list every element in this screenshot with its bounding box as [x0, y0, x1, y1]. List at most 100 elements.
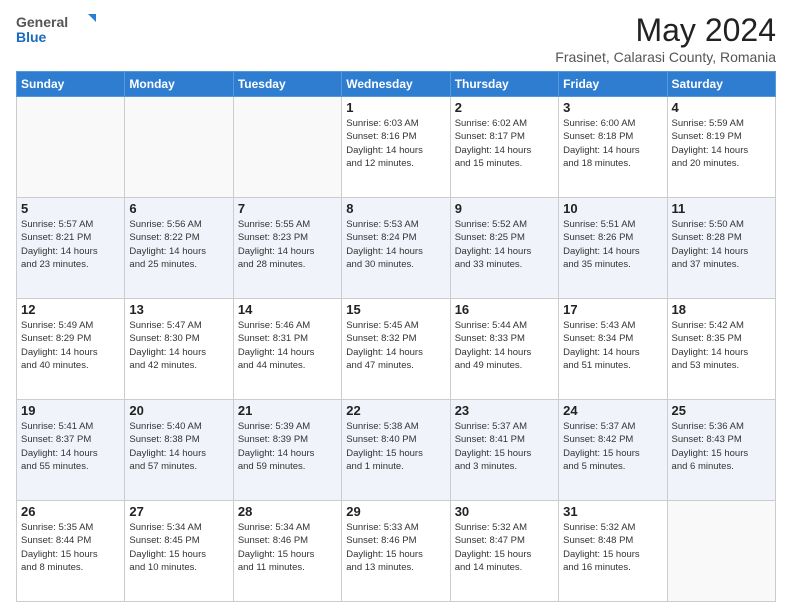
- day-info: Sunrise: 5:34 AM Sunset: 8:46 PM Dayligh…: [238, 521, 337, 574]
- calendar-cell: [125, 97, 233, 198]
- calendar-cell: 5 Sunrise: 5:57 AM Sunset: 8:21 PM Daylig…: [17, 198, 125, 299]
- calendar-cell: 23 Sunrise: 5:37 AM Sunset: 8:41 PM Dayli…: [450, 400, 558, 501]
- day-number: 21: [238, 403, 337, 418]
- calendar-cell: 25Sunrise: 5:36 AM Sunset: 8:43 PM Dayli…: [667, 400, 775, 501]
- day-info: Sunrise: 5:56 AM Sunset: 8:22 PM Dayligh…: [129, 218, 228, 271]
- day-info: Sunrise: 5:35 AM Sunset: 8:44 PM Dayligh…: [21, 521, 120, 574]
- day-info: Sunrise: 5:51 AM Sunset: 8:26 PM Dayligh…: [563, 218, 662, 271]
- calendar-cell: 26 Sunrise: 5:35 AM Sunset: 8:44 PM Dayli…: [17, 501, 125, 602]
- location-subtitle: Frasinet, Calarasi County, Romania: [555, 49, 776, 65]
- calendar-cell: 10 Sunrise: 5:51 AM Sunset: 8:26 PM Dayli…: [559, 198, 667, 299]
- day-info: Sunrise: 5:49 AM Sunset: 8:29 PM Dayligh…: [21, 319, 120, 372]
- calendar-cell: 9 Sunrise: 5:52 AM Sunset: 8:25 PM Daylig…: [450, 198, 558, 299]
- day-info: Sunrise: 6:03 AM Sunset: 8:16 PM Dayligh…: [346, 117, 445, 170]
- calendar-cell: 11 Sunrise: 5:50 AM Sunset: 8:28 PM Dayli…: [667, 198, 775, 299]
- calendar-cell: 19 Sunrise: 5:41 AM Sunset: 8:37 PM Dayli…: [17, 400, 125, 501]
- day-number: 25: [672, 403, 771, 418]
- calendar-week-row: 19 Sunrise: 5:41 AM Sunset: 8:37 PM Dayli…: [17, 400, 776, 501]
- calendar-cell: 20 Sunrise: 5:40 AM Sunset: 8:38 PM Dayli…: [125, 400, 233, 501]
- day-info: Sunrise: 5:37 AM Sunset: 8:41 PM Dayligh…: [455, 420, 554, 473]
- weekday-header: Wednesday: [342, 72, 450, 97]
- day-info: Sunrise: 5:43 AM Sunset: 8:34 PM Dayligh…: [563, 319, 662, 372]
- calendar-week-row: 1 Sunrise: 6:03 AM Sunset: 8:16 PM Daylig…: [17, 97, 776, 198]
- day-number: 13: [129, 302, 228, 317]
- calendar-cell: 27Sunrise: 5:34 AM Sunset: 8:45 PM Dayli…: [125, 501, 233, 602]
- calendar-cell: 6Sunrise: 5:56 AM Sunset: 8:22 PM Daylig…: [125, 198, 233, 299]
- day-info: Sunrise: 5:50 AM Sunset: 8:28 PM Dayligh…: [672, 218, 771, 271]
- day-info: Sunrise: 5:37 AM Sunset: 8:42 PM Dayligh…: [563, 420, 662, 473]
- day-number: 7: [238, 201, 337, 216]
- calendar-cell: 1 Sunrise: 6:03 AM Sunset: 8:16 PM Daylig…: [342, 97, 450, 198]
- day-number: 1: [346, 100, 445, 115]
- day-number: 23: [455, 403, 554, 418]
- day-info: Sunrise: 5:47 AM Sunset: 8:30 PM Dayligh…: [129, 319, 228, 372]
- calendar-cell: [17, 97, 125, 198]
- day-number: 29: [346, 504, 445, 519]
- calendar-cell: 17 Sunrise: 5:43 AM Sunset: 8:34 PM Dayli…: [559, 299, 667, 400]
- calendar-cell: 28Sunrise: 5:34 AM Sunset: 8:46 PM Dayli…: [233, 501, 341, 602]
- day-info: Sunrise: 5:44 AM Sunset: 8:33 PM Dayligh…: [455, 319, 554, 372]
- month-title: May 2024: [555, 12, 776, 49]
- day-info: Sunrise: 5:45 AM Sunset: 8:32 PM Dayligh…: [346, 319, 445, 372]
- day-number: 11: [672, 201, 771, 216]
- day-info: Sunrise: 5:32 AM Sunset: 8:47 PM Dayligh…: [455, 521, 554, 574]
- calendar-cell: 2 Sunrise: 6:02 AM Sunset: 8:17 PM Daylig…: [450, 97, 558, 198]
- day-number: 22: [346, 403, 445, 418]
- day-number: 19: [21, 403, 120, 418]
- calendar-week-row: 5 Sunrise: 5:57 AM Sunset: 8:21 PM Daylig…: [17, 198, 776, 299]
- weekday-header: Monday: [125, 72, 233, 97]
- day-info: Sunrise: 5:55 AM Sunset: 8:23 PM Dayligh…: [238, 218, 337, 271]
- day-info: Sunrise: 6:02 AM Sunset: 8:17 PM Dayligh…: [455, 117, 554, 170]
- day-info: Sunrise: 5:41 AM Sunset: 8:37 PM Dayligh…: [21, 420, 120, 473]
- logo: General Blue: [16, 12, 96, 48]
- calendar-week-row: 12Sunrise: 5:49 AM Sunset: 8:29 PM Dayli…: [17, 299, 776, 400]
- day-number: 26: [21, 504, 120, 519]
- day-info: Sunrise: 5:52 AM Sunset: 8:25 PM Dayligh…: [455, 218, 554, 271]
- day-number: 5: [21, 201, 120, 216]
- calendar-cell: 7 Sunrise: 5:55 AM Sunset: 8:23 PM Daylig…: [233, 198, 341, 299]
- calendar-cell: 29 Sunrise: 5:33 AM Sunset: 8:46 PM Dayli…: [342, 501, 450, 602]
- calendar-cell: 22 Sunrise: 5:38 AM Sunset: 8:40 PM Dayli…: [342, 400, 450, 501]
- day-info: Sunrise: 5:33 AM Sunset: 8:46 PM Dayligh…: [346, 521, 445, 574]
- day-number: 30: [455, 504, 554, 519]
- day-number: 17: [563, 302, 662, 317]
- calendar-cell: 8Sunrise: 5:53 AM Sunset: 8:24 PM Daylig…: [342, 198, 450, 299]
- day-info: Sunrise: 5:40 AM Sunset: 8:38 PM Dayligh…: [129, 420, 228, 473]
- day-info: Sunrise: 5:39 AM Sunset: 8:39 PM Dayligh…: [238, 420, 337, 473]
- logo-svg: General Blue: [16, 12, 96, 48]
- day-number: 9: [455, 201, 554, 216]
- calendar-cell: 13 Sunrise: 5:47 AM Sunset: 8:30 PM Dayli…: [125, 299, 233, 400]
- day-number: 14: [238, 302, 337, 317]
- day-number: 10: [563, 201, 662, 216]
- weekday-header: Thursday: [450, 72, 558, 97]
- weekday-header: Friday: [559, 72, 667, 97]
- calendar-header-row: SundayMondayTuesdayWednesdayThursdayFrid…: [17, 72, 776, 97]
- day-number: 3: [563, 100, 662, 115]
- day-number: 4: [672, 100, 771, 115]
- weekday-header: Tuesday: [233, 72, 341, 97]
- calendar-cell: 18Sunrise: 5:42 AM Sunset: 8:35 PM Dayli…: [667, 299, 775, 400]
- calendar-cell: 12Sunrise: 5:49 AM Sunset: 8:29 PM Dayli…: [17, 299, 125, 400]
- calendar-body: 1 Sunrise: 6:03 AM Sunset: 8:16 PM Daylig…: [17, 97, 776, 602]
- day-info: Sunrise: 5:38 AM Sunset: 8:40 PM Dayligh…: [346, 420, 445, 473]
- title-block: May 2024 Frasinet, Calarasi County, Roma…: [555, 12, 776, 65]
- weekday-header: Sunday: [17, 72, 125, 97]
- calendar-cell: 21 Sunrise: 5:39 AM Sunset: 8:39 PM Dayli…: [233, 400, 341, 501]
- day-info: Sunrise: 5:59 AM Sunset: 8:19 PM Dayligh…: [672, 117, 771, 170]
- day-info: Sunrise: 5:32 AM Sunset: 8:48 PM Dayligh…: [563, 521, 662, 574]
- calendar-cell: 30 Sunrise: 5:32 AM Sunset: 8:47 PM Dayli…: [450, 501, 558, 602]
- day-info: Sunrise: 5:57 AM Sunset: 8:21 PM Dayligh…: [21, 218, 120, 271]
- calendar-cell: [233, 97, 341, 198]
- day-number: 2: [455, 100, 554, 115]
- weekday-header: Saturday: [667, 72, 775, 97]
- day-number: 20: [129, 403, 228, 418]
- day-info: Sunrise: 5:53 AM Sunset: 8:24 PM Dayligh…: [346, 218, 445, 271]
- day-number: 24: [563, 403, 662, 418]
- day-number: 15: [346, 302, 445, 317]
- svg-text:Blue: Blue: [16, 29, 47, 45]
- calendar-week-row: 26 Sunrise: 5:35 AM Sunset: 8:44 PM Dayli…: [17, 501, 776, 602]
- calendar-cell: 31 Sunrise: 5:32 AM Sunset: 8:48 PM Dayli…: [559, 501, 667, 602]
- day-number: 31: [563, 504, 662, 519]
- calendar: SundayMondayTuesdayWednesdayThursdayFrid…: [16, 71, 776, 602]
- svg-text:General: General: [16, 14, 68, 30]
